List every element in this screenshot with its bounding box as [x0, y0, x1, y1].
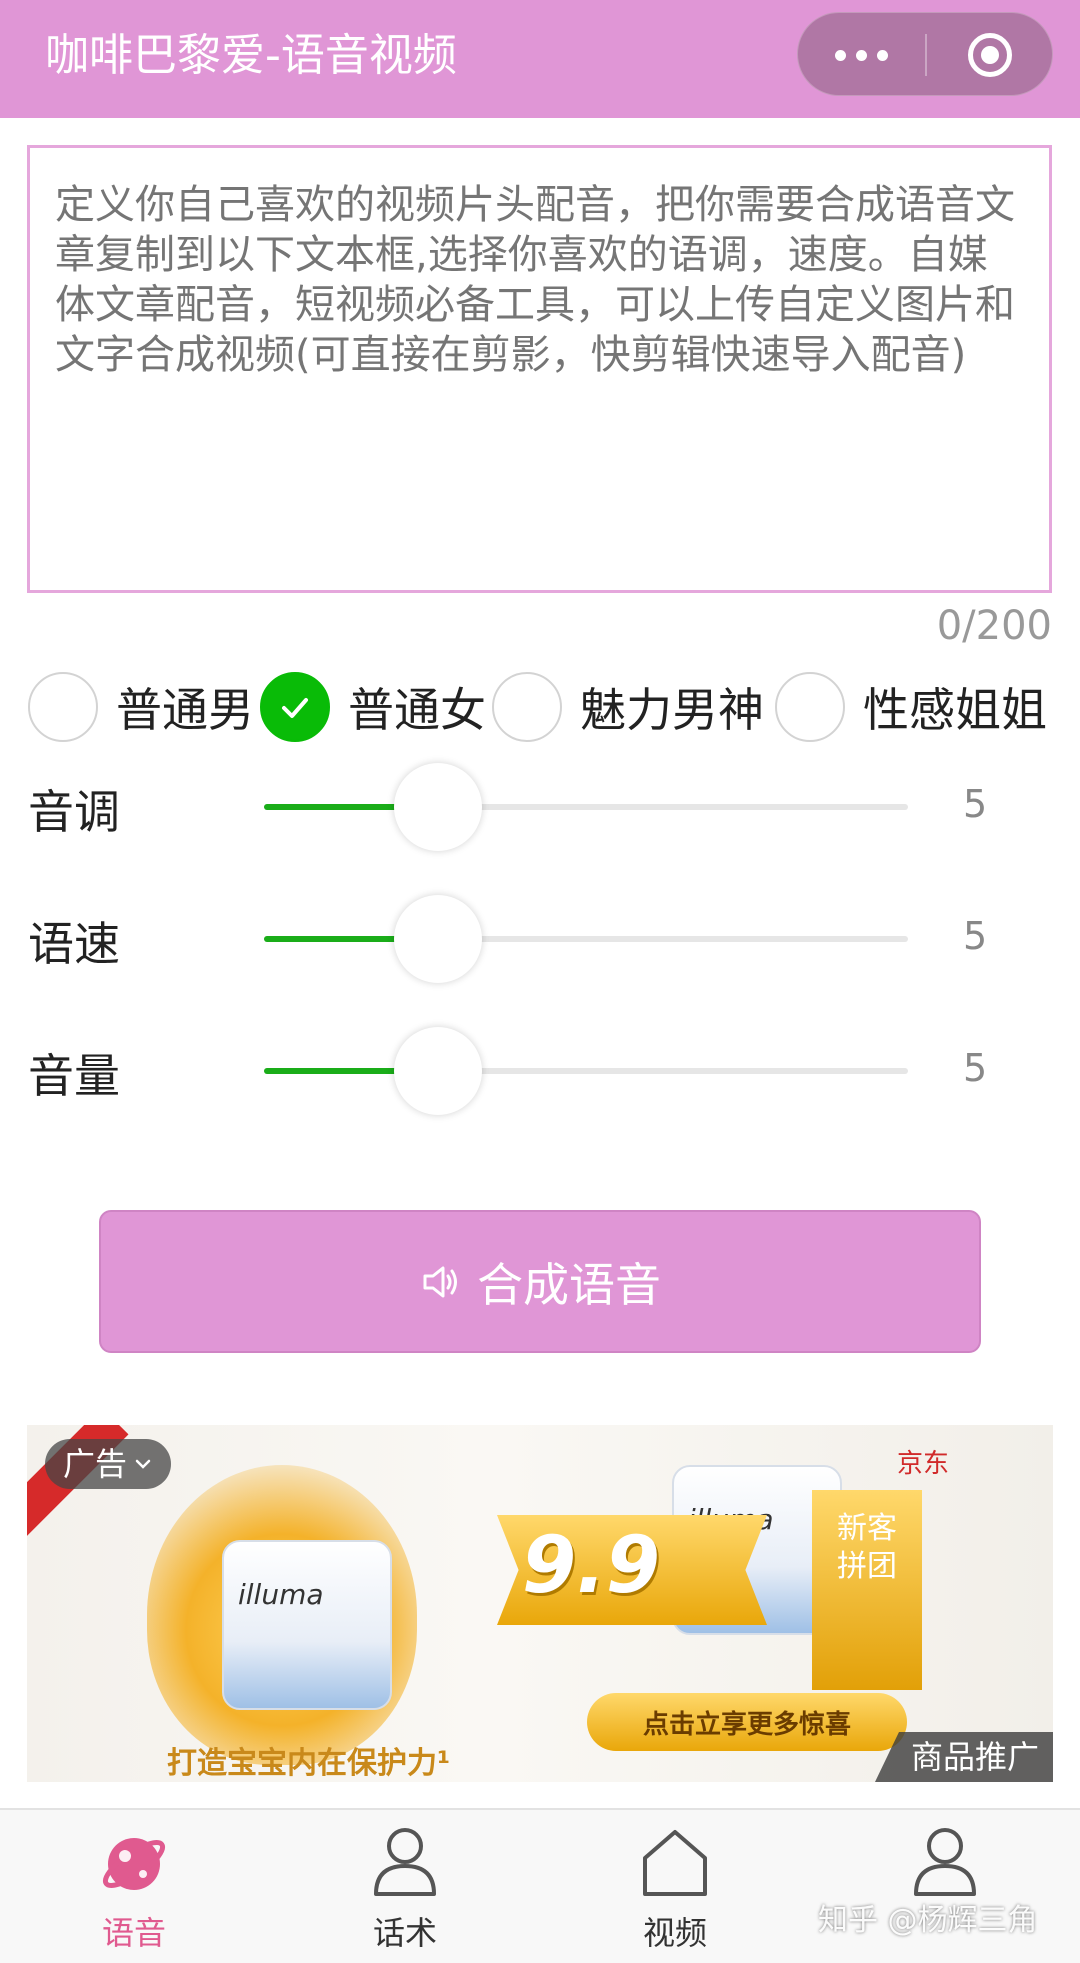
- tab-profile[interactable]: [875, 1810, 1015, 1963]
- voice-option-normal-female[interactable]: 普通女: [260, 668, 486, 746]
- text-input[interactable]: [27, 145, 1052, 593]
- tab-bar: 语音 话术 视频: [0, 1808, 1080, 1963]
- slider-thumb[interactable]: [393, 895, 482, 983]
- slider-thumb[interactable]: [393, 763, 482, 851]
- synthesize-label: 合成语音: [477, 1257, 661, 1312]
- ad-tag-label: 广告: [63, 1445, 128, 1483]
- more-menu-icon[interactable]: [798, 13, 925, 97]
- speed-slider-row: 语速 5: [28, 890, 1058, 990]
- ad-banner[interactable]: illuma illuma 打造宝宝内在保护力¹ 京东 9.9 新客拼团 点击立…: [27, 1425, 1053, 1782]
- watermark: 知乎 @杨辉三角: [818, 1903, 1038, 1938]
- planet-icon: [102, 1838, 166, 1890]
- user-icon: [914, 1828, 976, 1896]
- radio-icon[interactable]: [775, 672, 845, 742]
- ad-cta-label: 点击立享更多惊喜: [642, 1709, 851, 1740]
- voice-option-sexy-female[interactable]: 性感姐姐: [775, 668, 1047, 746]
- user-icon: [374, 1828, 436, 1896]
- mini-program-capsule: [797, 12, 1053, 96]
- tab-label: 话术: [372, 1914, 437, 1952]
- nav-bar: 咖啡巴黎爱-语音视频: [0, 0, 1080, 118]
- char-counter: 0/200: [936, 603, 1052, 649]
- radio-icon[interactable]: [28, 672, 98, 742]
- ad-slogan: 打造宝宝内在保护力¹: [167, 1746, 451, 1781]
- promo-label: 商品推广: [874, 1732, 1053, 1782]
- voice-options: 普通男 普通女 魅力男神 性感姐姐: [28, 668, 1058, 746]
- voice-label: 魅力男神: [580, 683, 764, 737]
- voice-label: 普通女: [348, 683, 486, 737]
- voice-option-normal-male[interactable]: 普通男: [28, 668, 254, 746]
- checkmark-icon[interactable]: [260, 672, 330, 742]
- ad-cta-button[interactable]: 点击立享更多惊喜: [587, 1693, 907, 1751]
- slider-value: 5: [963, 1046, 988, 1090]
- tab-video[interactable]: 视频: [605, 1810, 745, 1963]
- product-brand: illuma: [238, 1578, 324, 1611]
- capsule-divider: [925, 34, 927, 76]
- product-can-image: illuma: [222, 1540, 392, 1710]
- voice-label: 性感姐姐: [863, 683, 1047, 737]
- ad-price: 9.9: [522, 1521, 661, 1611]
- tab-label: 视频: [642, 1914, 707, 1952]
- slider-track[interactable]: [264, 1068, 908, 1074]
- speaker-icon: [423, 1266, 457, 1297]
- synthesize-button[interactable]: 合成语音: [99, 1210, 981, 1353]
- slider-value: 5: [963, 914, 988, 958]
- slider-label: 音调: [28, 785, 120, 839]
- slider-track[interactable]: [264, 936, 908, 942]
- group-label: 新客拼团: [837, 1511, 897, 1584]
- home-icon: [643, 1830, 707, 1896]
- voice-label: 普通男: [116, 683, 254, 737]
- close-icon[interactable]: [968, 33, 1012, 77]
- voice-option-charm-male[interactable]: 魅力男神: [492, 668, 764, 746]
- slider-track[interactable]: [264, 804, 908, 810]
- ad-tag[interactable]: 广告: [45, 1439, 172, 1489]
- slider-thumb[interactable]: [393, 1027, 482, 1115]
- chevron-down-icon: [135, 1459, 151, 1469]
- radio-icon[interactable]: [492, 672, 562, 742]
- tab-label: 语音: [101, 1914, 166, 1952]
- volume-slider-row: 音量 5: [28, 1022, 1058, 1122]
- page-title: 咖啡巴黎爱-语音视频: [45, 30, 457, 81]
- page: 咖啡巴黎爱-语音视频 0/200 普通男 普通女 魅力男神 性: [0, 0, 1080, 1963]
- tab-script[interactable]: 话术: [335, 1810, 475, 1963]
- slider-label: 音量: [28, 1049, 120, 1103]
- pitch-slider-row: 音调 5: [28, 758, 1058, 858]
- slider-label: 语速: [28, 917, 120, 971]
- store-logo: 京东: [897, 1449, 950, 1479]
- tab-voice[interactable]: 语音: [64, 1810, 204, 1963]
- slider-value: 5: [963, 782, 988, 826]
